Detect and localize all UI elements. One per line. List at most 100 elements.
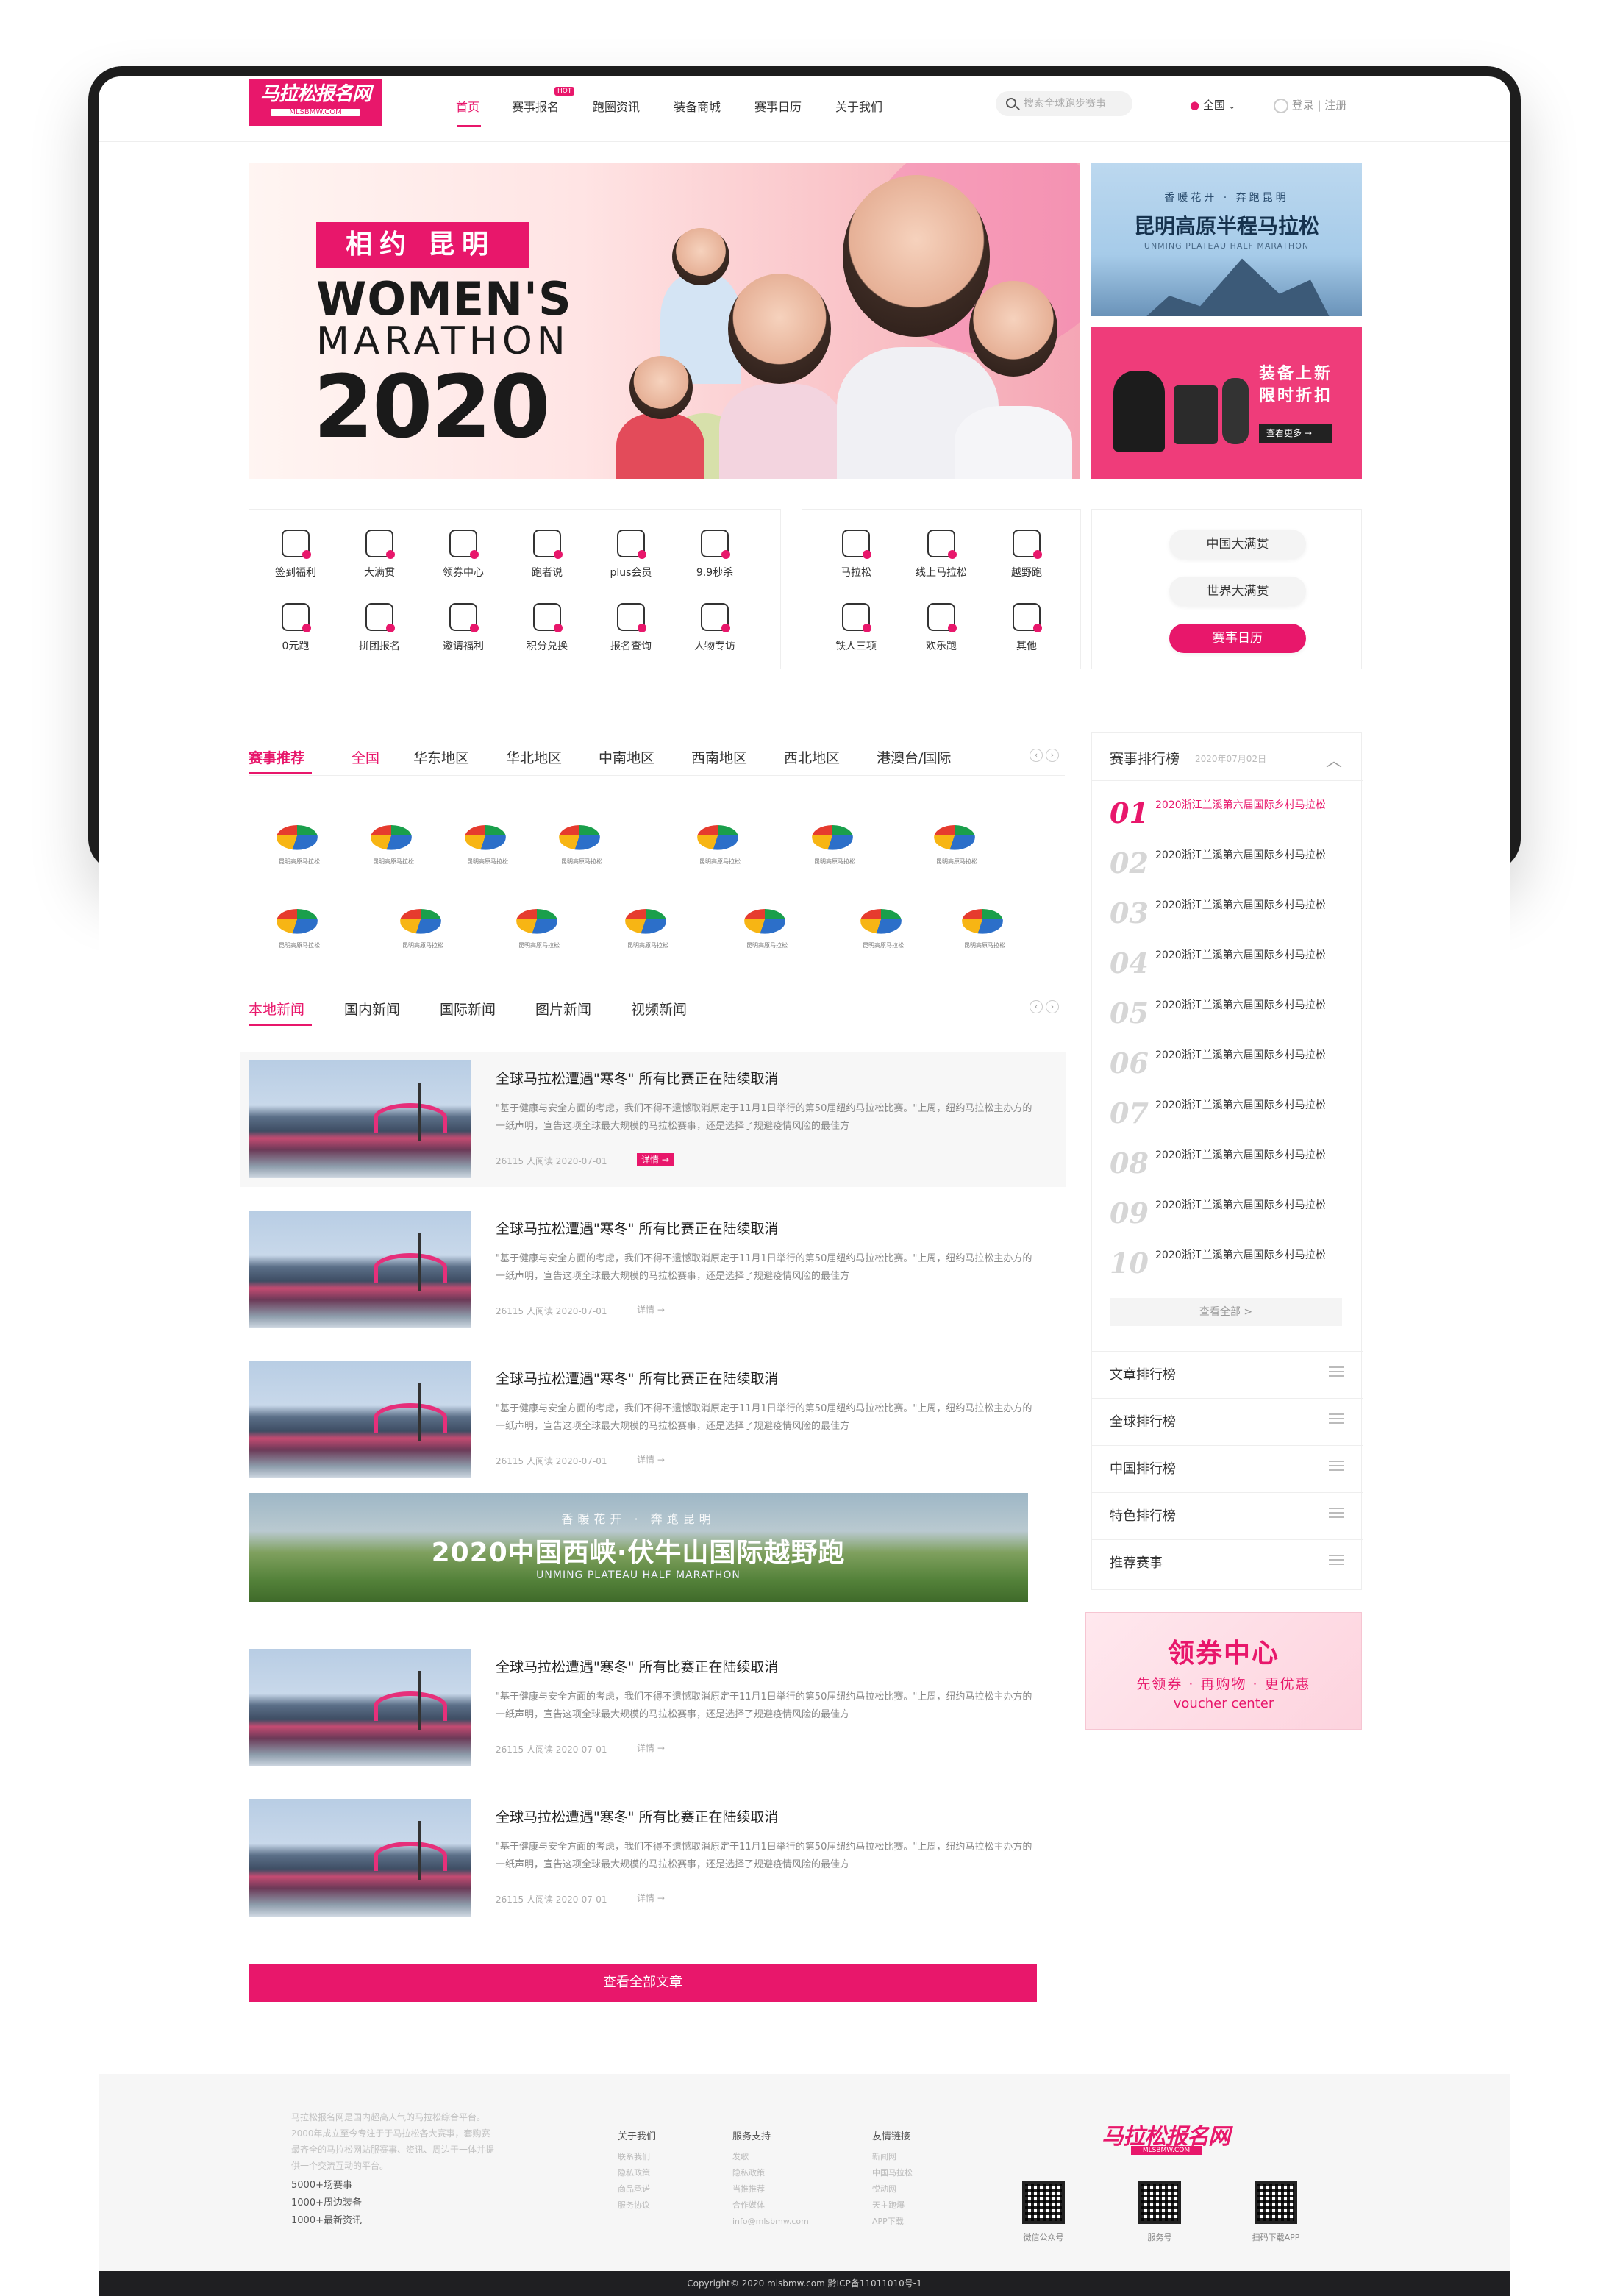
hero-banner[interactable]: 相约 昆明 WOMEN'S MARATHON 2020 xyxy=(249,163,1080,479)
nav-race-calendar[interactable]: 赛事日历 xyxy=(754,97,802,115)
login-register[interactable]: 登录 | 注册 xyxy=(1274,97,1346,113)
race-logo[interactable]: 昆明高原马拉松 xyxy=(794,809,875,868)
trail-run-banner[interactable]: 香暖花开 · 奔跑昆明 2020中国西峡·伏牛山国际越野跑 UNMING PLA… xyxy=(249,1493,1028,1602)
footer-link[interactable]: 悦动网 xyxy=(872,2181,896,2197)
region-tab-all[interactable]: 全国 xyxy=(352,747,379,767)
china-grand-slam-button[interactable]: 中国大满贯 xyxy=(1169,530,1306,559)
region-tab-northwest[interactable]: 西北地区 xyxy=(784,747,840,767)
news-more-link[interactable]: 详情 → xyxy=(637,1153,674,1166)
race-logo[interactable]: 昆明高原马拉松 xyxy=(382,893,463,952)
race-calendar-button[interactable]: 赛事日历 xyxy=(1169,624,1306,653)
quick-link-runner-talk[interactable]: 跑者说 xyxy=(510,530,584,580)
news-item[interactable]: 全球马拉松遭遇"寒冬" 所有比赛正在陆续取消 "基于健康与安全方面的考虑，我们不… xyxy=(240,1352,1066,1487)
world-grand-slam-button[interactable]: 世界大满贯 xyxy=(1169,577,1306,606)
race-logo[interactable]: 昆明高原马拉松 xyxy=(916,809,997,868)
prev-arrow-icon[interactable]: ‹ xyxy=(1030,1000,1043,1013)
footer-link[interactable]: 当推推荐 xyxy=(732,2181,765,2197)
category-fun-run[interactable]: 欢乐跑 xyxy=(905,603,978,653)
list-recommended-races[interactable]: 推荐赛事 xyxy=(1092,1539,1363,1589)
category-online-marathon[interactable]: 线上马拉松 xyxy=(905,530,978,580)
news-tab-video[interactable]: 视频新闻 xyxy=(631,999,687,1019)
race-logo[interactable]: 昆明高原马拉松 xyxy=(447,809,528,868)
race-logo[interactable]: 昆明高原马拉松 xyxy=(499,893,579,952)
side-ad-kunming[interactable]: 香暖花开 · 奔跑昆明 昆明高原半程马拉松 UNMING PLATEAU HAL… xyxy=(1091,163,1362,316)
footer-link[interactable]: 隐私政策 xyxy=(732,2165,765,2181)
footer-link[interactable]: 新闻网 xyxy=(872,2149,896,2165)
quick-link-free-run[interactable]: 0元跑 xyxy=(259,603,332,653)
region-tab-east[interactable]: 华东地区 xyxy=(413,747,469,767)
news-item[interactable]: 全球马拉松遭遇"寒冬" 所有比赛正在陆续取消 "基于健康与安全方面的考虑，我们不… xyxy=(240,1790,1066,1925)
quick-link-flash-sale[interactable]: 9.9秒杀 xyxy=(678,530,752,580)
quick-link-interview[interactable]: 人物专访 xyxy=(678,603,752,653)
category-trail[interactable]: 越野跑 xyxy=(990,530,1063,580)
region-tab-international[interactable]: 港澳台/国际 xyxy=(877,747,951,767)
race-logo[interactable]: 昆明高原马拉松 xyxy=(679,809,760,868)
list-global-ranking[interactable]: 全球排行榜 xyxy=(1092,1398,1363,1445)
race-logo[interactable]: 昆明高原马拉松 xyxy=(727,893,807,952)
view-more-button[interactable]: 查看更多 → xyxy=(1259,424,1332,443)
news-item[interactable]: 全球马拉松遭遇"寒冬" 所有比赛正在陆续取消 "基于健康与安全方面的考虑，我们不… xyxy=(240,1640,1066,1775)
race-logo[interactable]: 昆明高原马拉松 xyxy=(259,809,340,868)
chevron-up-icon[interactable]: ︿ xyxy=(1326,748,1342,771)
footer-link[interactable]: 联系我们 xyxy=(618,2149,650,2165)
quick-link-checkin[interactable]: 签到福利 xyxy=(259,530,332,580)
prev-arrow-icon[interactable]: ‹ xyxy=(1030,749,1043,762)
race-logo[interactable]: 昆明高原马拉松 xyxy=(944,893,1025,952)
list-article-ranking[interactable]: 文章排行榜 xyxy=(1092,1351,1363,1398)
region-tab-north[interactable]: 华北地区 xyxy=(506,747,562,767)
news-more-link[interactable]: 详情 → xyxy=(637,1892,665,1904)
quick-link-query[interactable]: 报名查询 xyxy=(594,603,668,653)
ranking-view-all[interactable]: 查看全部 > xyxy=(1110,1298,1342,1326)
news-tab-photo[interactable]: 图片新闻 xyxy=(535,999,591,1019)
news-more-link[interactable]: 详情 → xyxy=(637,1453,665,1466)
quick-link-plus[interactable]: plus会员 xyxy=(594,530,668,580)
category-triathlon[interactable]: 铁人三项 xyxy=(819,603,893,653)
search-input[interactable]: 搜索全球跑步赛事 xyxy=(996,91,1132,116)
location-selector[interactable]: ● 全国 ⌄ xyxy=(1190,97,1235,113)
nav-home[interactable]: 首页 xyxy=(456,97,479,115)
footer-link[interactable]: 天主跑爆 xyxy=(872,2197,905,2214)
race-logo[interactable]: 昆明高原马拉松 xyxy=(843,893,924,952)
news-title: 全球马拉松遭遇"寒冬" 所有比赛正在陆续取消 xyxy=(496,1071,779,1087)
news-tab-international[interactable]: 国际新闻 xyxy=(440,999,496,1019)
region-tab-southwest[interactable]: 西南地区 xyxy=(691,747,747,767)
quick-link-coupons[interactable]: 领券中心 xyxy=(427,530,500,580)
news-item[interactable]: 全球马拉松遭遇"寒冬" 所有比赛正在陆续取消 "基于健康与安全方面的考虑，我们不… xyxy=(240,1052,1066,1187)
footer-link[interactable]: 商品承诺 xyxy=(618,2181,650,2197)
news-more-link[interactable]: 详情 → xyxy=(637,1741,665,1754)
footer-email[interactable]: info@mlsbmw.com xyxy=(732,2214,809,2230)
quick-link-points[interactable]: 积分兑换 xyxy=(510,603,584,653)
next-arrow-icon[interactable]: › xyxy=(1046,1000,1059,1013)
nav-running-news[interactable]: 跑圈资讯 xyxy=(593,97,640,115)
quick-link-group-signup[interactable]: 拼团报名 xyxy=(343,603,416,653)
next-arrow-icon[interactable]: › xyxy=(1046,749,1059,762)
footer-link[interactable]: 发歌 xyxy=(732,2149,749,2165)
race-logo[interactable]: 昆明高原马拉松 xyxy=(259,893,340,952)
nav-about[interactable]: 关于我们 xyxy=(835,97,882,115)
region-tab-central-south[interactable]: 中南地区 xyxy=(599,747,654,767)
view-all-articles-button[interactable]: 查看全部文章 xyxy=(249,1964,1037,2002)
category-marathon[interactable]: 马拉松 xyxy=(819,530,893,580)
news-item[interactable]: 全球马拉松遭遇"寒冬" 所有比赛正在陆续取消 "基于健康与安全方面的考虑，我们不… xyxy=(240,1202,1066,1337)
side-ad-gear[interactable]: 装备上新 限时折扣 查看更多 → xyxy=(1091,327,1362,479)
news-more-link[interactable]: 详情 → xyxy=(637,1303,665,1316)
nav-race-signup[interactable]: 赛事报名 xyxy=(512,97,559,115)
nav-gear-shop[interactable]: 装备商城 xyxy=(674,97,721,115)
quick-link-grand-slam[interactable]: 大满贯 xyxy=(343,530,416,580)
race-logo[interactable]: 昆明高原马拉松 xyxy=(353,809,434,868)
list-feature-ranking[interactable]: 特色排行榜 xyxy=(1092,1492,1363,1539)
category-other[interactable]: 其他 xyxy=(990,603,1063,653)
footer-link[interactable]: 中国马拉松 xyxy=(872,2165,913,2181)
news-tab-domestic[interactable]: 国内新闻 xyxy=(344,999,400,1019)
footer-link[interactable]: APP下载 xyxy=(872,2214,904,2230)
news-tab-local[interactable]: 本地新闻 xyxy=(249,999,304,1019)
footer-link[interactable]: 服务协议 xyxy=(618,2197,650,2214)
race-logo[interactable]: 昆明高原马拉松 xyxy=(607,893,688,952)
list-china-ranking[interactable]: 中国排行榜 xyxy=(1092,1445,1363,1492)
voucher-center-ad[interactable]: 领券中心 先领券 · 再购物 · 更优惠 voucher center xyxy=(1085,1612,1362,1730)
footer-link[interactable]: 合作媒体 xyxy=(732,2197,765,2214)
race-logo[interactable]: 昆明高原马拉松 xyxy=(541,809,622,868)
quick-link-invite[interactable]: 邀请福利 xyxy=(427,603,500,653)
site-logo[interactable]: 马拉松报名网 MLSBMW.COM xyxy=(249,79,382,126)
footer-link[interactable]: 隐私政策 xyxy=(618,2165,650,2181)
